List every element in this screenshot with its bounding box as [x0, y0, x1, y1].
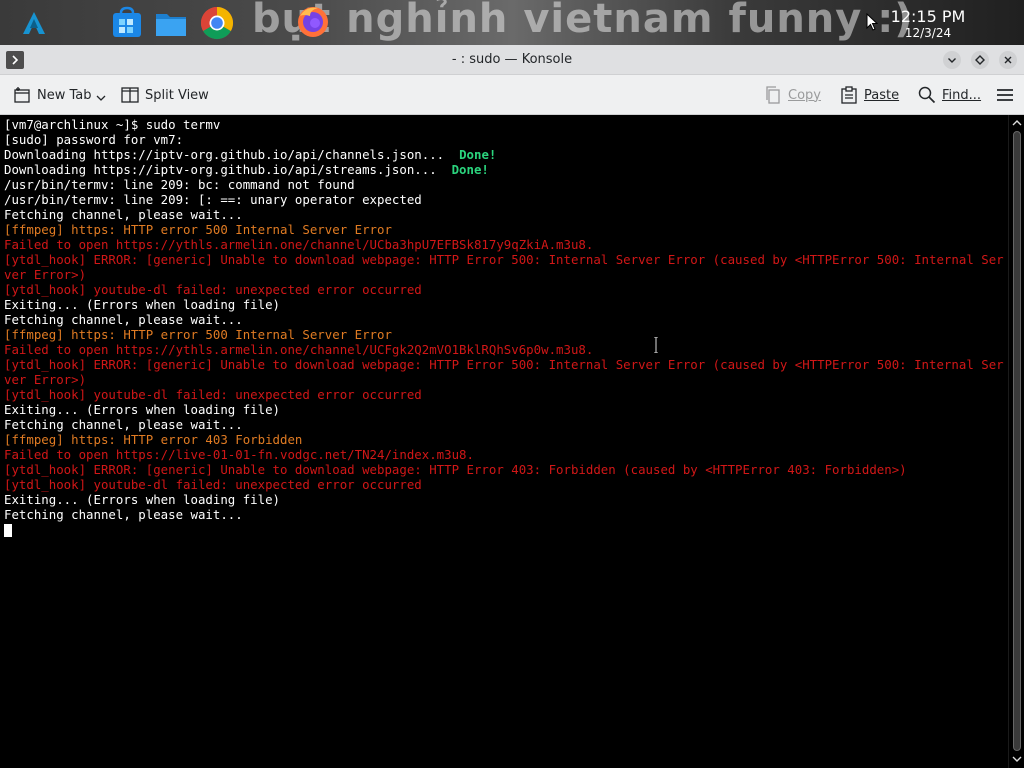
copy-label: Copy [788, 87, 821, 103]
terminal-text: [ytdl_hook] ERROR: [generic] Unable to d… [4, 462, 907, 477]
terminal-text: Done! [451, 162, 489, 177]
clock-time[interactable]: 12:15 PM [880, 7, 976, 26]
terminal-text: Fetching channel, please wait... [4, 207, 243, 222]
terminal-scrollbar[interactable] [1008, 115, 1024, 768]
terminal-line: Exiting... (Errors when loading file) [4, 297, 1004, 312]
terminal-text: Failed to open https://ythls.armelin.one… [4, 237, 594, 252]
terminal-line: [ytdl_hook] youtube-dl failed: unexpecte… [4, 387, 1004, 402]
terminal-text: Fetching channel, please wait... [4, 417, 243, 432]
terminal-text: Exiting... (Errors when loading file) [4, 297, 281, 312]
split-view-button[interactable]: Split View [121, 85, 209, 105]
terminal-text: Downloading https://iptv-org.github.io/a… [4, 147, 460, 162]
window-titlebar[interactable]: - : sudo — Konsole [0, 45, 1024, 75]
hamburger-menu-button[interactable] [996, 85, 1020, 105]
close-icon [1004, 56, 1012, 64]
terminal-line: /usr/bin/termv: line 209: [: ==: unary o… [4, 192, 1004, 207]
terminal-text: [ffmpeg] https: HTTP error 500 Internal … [4, 222, 392, 237]
new-tab-button[interactable]: New Tab [13, 85, 112, 105]
terminal-text: [ytdl_hook] youtube-dl failed: unexpecte… [4, 387, 422, 402]
terminal-text: [ytdl_hook] ERROR: [generic] Unable to d… [4, 357, 1004, 387]
search-icon [918, 86, 936, 104]
terminal-line: [ytdl_hook] ERROR: [generic] Unable to d… [4, 357, 1004, 387]
paste-label: Paste [864, 87, 900, 103]
terminal-text: [ytdl_hook] youtube-dl failed: unexpecte… [4, 477, 422, 492]
terminal-line: [ytdl_hook] youtube-dl failed: unexpecte… [4, 477, 1004, 492]
terminal-line: Fetching channel, please wait... [4, 207, 1004, 222]
close-button[interactable] [999, 51, 1017, 69]
copy-icon [766, 86, 780, 104]
terminal-line: Exiting... (Errors when loading file) [4, 402, 1004, 417]
new-tab-icon [14, 87, 30, 103]
terminal-text: [ytdl_hook] ERROR: [generic] Unable to d… [4, 252, 1004, 282]
terminal-line: [sudo] password for vm7: [4, 132, 1004, 147]
terminal-line: /usr/bin/termv: line 209: bc: command no… [4, 177, 1004, 192]
split-view-label: Split View [145, 87, 209, 103]
terminal-text: Fetching channel, please wait... [4, 312, 243, 327]
terminal-line: [ytdl_hook] ERROR: [generic] Unable to d… [4, 462, 1004, 477]
konsole-toolbar: New Tab Split View Copy Paste Find... [0, 75, 1024, 115]
terminal-text: [sudo] password for vm7: [4, 132, 184, 147]
terminal-line: [ffmpeg] https: HTTP error 403 Forbidden [4, 432, 1004, 447]
maximize-button[interactable] [971, 51, 989, 69]
terminal-text: Exiting... (Errors when loading file) [4, 492, 281, 507]
scroll-thumb[interactable] [1013, 131, 1021, 751]
minimize-button[interactable] [943, 51, 961, 69]
terminal-text: Exiting... (Errors when loading file) [4, 402, 281, 417]
chevron-down-icon [96, 95, 105, 101]
arch-launcher-icon[interactable] [20, 9, 48, 37]
terminal-line: Fetching channel, please wait... [4, 312, 1004, 327]
hamburger-menu-icon [997, 89, 1013, 101]
wallpaper-text: bựt nghỉnh vietnam funny :) [252, 0, 914, 42]
clock-date[interactable]: 12/3/24 [880, 26, 976, 40]
terminal-output[interactable]: [vm7@archlinux ~]$ sudo termv [sudo] pass… [0, 115, 1008, 768]
find-label: Find... [942, 87, 982, 103]
find-button[interactable]: Find... [918, 85, 981, 105]
terminal-line: Failed to open https://ythls.armelin.one… [4, 342, 1004, 357]
window-title: - : sudo — Konsole [451, 52, 573, 67]
terminal-text: Downloading https://iptv-org.github.io/a… [4, 162, 452, 177]
terminal-text: [ffmpeg] https: HTTP error 403 Forbidden [4, 432, 303, 447]
paste-button[interactable]: Paste [840, 85, 899, 105]
terminal-line: Fetching channel, please wait... [4, 507, 1004, 522]
paste-icon [841, 86, 857, 104]
terminal-line: Failed to open https://live-01-01-fn.vod… [4, 447, 1004, 462]
split-view-icon [121, 87, 139, 103]
terminal-text: /usr/bin/termv: line 209: bc: command no… [4, 177, 355, 192]
scroll-up-arrow-icon[interactable] [1011, 117, 1023, 129]
firefox-icon[interactable] [296, 4, 330, 38]
terminal-line: Exiting... (Errors when loading file) [4, 492, 1004, 507]
terminal-line: Fetching channel, please wait... [4, 417, 1004, 432]
terminal-text: Failed to open https://live-01-01-fn.vod… [4, 447, 474, 462]
terminal-line: [ytdl_hook] youtube-dl failed: unexpecte… [4, 282, 1004, 297]
terminal-line: Failed to open https://ythls.armelin.one… [4, 237, 1004, 252]
terminal-cursor [4, 524, 12, 537]
terminal-line: [ffmpeg] https: HTTP error 500 Internal … [4, 327, 1004, 342]
terminal-line: Downloading https://iptv-org.github.io/a… [4, 147, 1004, 162]
terminal-text: /usr/bin/termv: line 209: [: ==: unary o… [4, 192, 422, 207]
mouse-pointer-icon [866, 13, 878, 31]
new-tab-label: New Tab [37, 87, 92, 103]
terminal-line: Downloading https://iptv-org.github.io/a… [4, 162, 1004, 177]
terminal-text: [vm7@archlinux ~]$ sudo termv [4, 117, 221, 132]
i-beam-cursor-icon [654, 337, 658, 353]
terminal-text: [ffmpeg] https: HTTP error 500 Internal … [4, 327, 392, 342]
terminal-line: [ytdl_hook] ERROR: [generic] Unable to d… [4, 252, 1004, 282]
file-manager-icon[interactable] [154, 6, 188, 40]
terminal-line: [vm7@archlinux ~]$ sudo termv [4, 117, 1004, 132]
taskbar: bựt nghỉnh vietnam funny :) 12:15 PM 12/… [0, 0, 1024, 45]
chrome-icon[interactable] [200, 6, 234, 40]
terminal-text: Fetching channel, please wait... [4, 507, 243, 522]
chevron-down-icon [948, 58, 956, 63]
terminal-line: [ffmpeg] https: HTTP error 500 Internal … [4, 222, 1004, 237]
scroll-down-arrow-icon[interactable] [1011, 753, 1023, 765]
terminal-text: Failed to open https://ythls.armelin.one… [4, 342, 594, 357]
copy-button[interactable]: Copy [764, 85, 821, 105]
terminal-lines: [vm7@archlinux ~]$ sudo termv [sudo] pass… [4, 117, 1004, 522]
terminal-text: Done! [459, 147, 497, 162]
terminal-text: [ytdl_hook] youtube-dl failed: unexpecte… [4, 282, 422, 297]
software-store-icon[interactable] [110, 6, 144, 40]
maximize-icon [975, 55, 985, 65]
